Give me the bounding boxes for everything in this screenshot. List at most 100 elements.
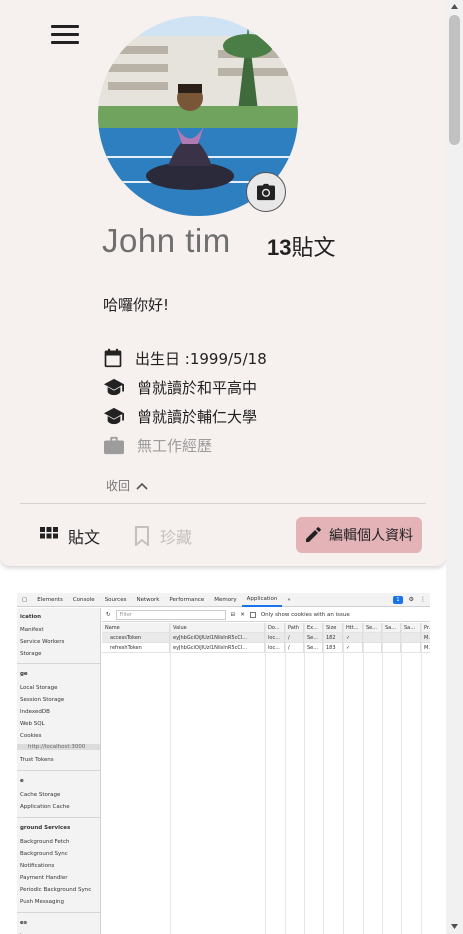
only-issues-checkbox[interactable]	[249, 611, 256, 618]
info-school-2: 曾就讀於輔仁大學	[103, 404, 257, 428]
col-secure[interactable]: Se...	[363, 623, 382, 633]
sb-separator	[17, 770, 101, 771]
pencil-icon	[306, 527, 321, 542]
col-size[interactable]: Size	[323, 623, 343, 633]
sb-local-storage[interactable]: Local Storage	[20, 685, 58, 691]
edit-profile-button[interactable]: 編輯個人資料	[296, 517, 422, 553]
sb-section-frames: es	[20, 920, 28, 926]
collapse-toggle[interactable]: 收回	[106, 477, 148, 494]
sb-cache-storage[interactable]: Cache Storage	[20, 792, 60, 798]
sb-cookie-localhost[interactable]: http://localhost:3000	[17, 744, 100, 750]
devtools-tab-more[interactable]: »	[282, 597, 295, 603]
col-httponly[interactable]: Htt...	[343, 623, 363, 633]
cell-expires: Se...	[304, 643, 323, 653]
grid-line	[285, 623, 286, 934]
devtools-tab-application[interactable]: Application	[241, 593, 283, 607]
cell-size: 183	[323, 643, 343, 653]
devtools-tab-network[interactable]: Network	[131, 597, 164, 603]
info-work: 無工作經歷	[103, 433, 212, 457]
tab-saved-label: 珍藏	[160, 528, 193, 547]
divider	[20, 503, 426, 504]
sb-localhost-label: http://localhost:3000	[28, 744, 86, 750]
cell-name: refreshToken	[102, 643, 170, 653]
cell-value: eyJhbGciOiJIUzI1NiIsInR5cCI...	[170, 643, 265, 653]
camera-icon	[257, 183, 275, 201]
delete-icon[interactable]: ✕	[240, 612, 245, 618]
school-1-text: 曾就讀於和平高中	[137, 378, 258, 397]
cell-domain: loc...	[265, 643, 285, 653]
sb-section-cache: e	[20, 778, 24, 784]
table-row[interactable]: accessToken eyJhbGciOiJIUzI1NiIsInR5cCI.…	[102, 633, 430, 643]
col-path[interactable]: Path	[285, 623, 304, 633]
sb-storage[interactable]: Storage	[20, 651, 42, 657]
grid-line	[323, 623, 324, 934]
cell-value: eyJhbGciOiJIUzI1NiIsInR5cCI...	[170, 633, 265, 643]
devtools-tab-sources[interactable]: Sources	[100, 597, 132, 603]
tab-posts[interactable]: 貼文	[40, 522, 100, 550]
sb-websql[interactable]: Web SQL	[20, 721, 45, 727]
page: John tim 13貼文 哈囉你好! 出生日 :1999/5/18 曾就讀於和…	[0, 0, 463, 934]
cookies-table: Name Value Do... Path Ex... Size Htt... …	[102, 623, 430, 653]
col-domain[interactable]: Do...	[265, 623, 285, 633]
clear-filter-icon[interactable]: ⊟	[231, 612, 236, 618]
briefcase-icon	[104, 436, 124, 455]
scroll-down-arrow[interactable]	[446, 920, 463, 932]
col-expires[interactable]: Ex...	[304, 623, 323, 633]
sb-trust-tokens[interactable]: Trust Tokens	[20, 757, 54, 763]
sb-section-application: ication	[20, 614, 42, 620]
sb-service-workers[interactable]: Service Workers	[20, 639, 64, 645]
col-value[interactable]: Value	[170, 623, 265, 633]
collapse-label: 收回	[106, 479, 131, 493]
scroll-up-arrow[interactable]	[446, 0, 463, 12]
sb-cookies[interactable]: Cookies	[20, 733, 42, 739]
gear-icon[interactable]: ⚙	[409, 596, 414, 603]
sb-session-storage[interactable]: Session Storage	[20, 697, 64, 703]
profile-name: John tim	[102, 222, 231, 259]
col-sameparty[interactable]: Sa...	[401, 623, 421, 633]
issues-badge[interactable]: 1	[393, 595, 403, 604]
devtools-main: ↻ Filter ⊟ ✕ Only show cookies with an i…	[102, 608, 430, 934]
school-icon	[104, 378, 124, 396]
devtools-tab-performance[interactable]: Performance	[164, 597, 209, 603]
change-photo-button[interactable]	[246, 172, 286, 212]
sb-notifications[interactable]: Notifications	[20, 863, 54, 869]
tab-saved[interactable]: 珍藏	[134, 522, 192, 550]
cell-samesite	[382, 633, 401, 643]
sb-background-sync[interactable]: Background Sync	[20, 851, 68, 857]
cell-priority: M...	[424, 635, 430, 641]
cell-sameparty	[401, 633, 421, 643]
sb-indexeddb[interactable]: IndexedDB	[20, 709, 50, 715]
tab-posts-label: 貼文	[68, 528, 101, 547]
sb-periodic-bg-sync[interactable]: Periodic Background Sync	[20, 887, 91, 893]
bookmark-icon	[135, 526, 149, 546]
grid-line	[382, 623, 383, 934]
cell-domain: loc...	[265, 633, 285, 643]
table-row[interactable]: refreshToken eyJhbGciOiJIUzI1NiIsInR5cCI…	[102, 643, 430, 653]
sb-manifest[interactable]: Manifest	[20, 627, 43, 633]
filter-input[interactable]: Filter	[115, 609, 226, 620]
col-name[interactable]: Name	[102, 623, 170, 633]
calendar-icon	[104, 348, 122, 368]
cell-path: /	[285, 643, 304, 653]
devtools-inspect-icon[interactable]: ▢	[17, 597, 32, 603]
col-samesite[interactable]: Sa...	[382, 623, 401, 633]
sb-push-messaging[interactable]: Push Messaging	[20, 899, 64, 905]
menu-icon[interactable]	[51, 25, 79, 45]
sb-background-fetch[interactable]: Background Fetch	[20, 839, 69, 845]
refresh-icon[interactable]: ↻	[106, 612, 111, 618]
sb-payment-handler[interactable]: Payment Handler	[20, 875, 67, 881]
scrollbar-thumb[interactable]	[449, 15, 460, 145]
more-options-icon[interactable]: ⋮	[420, 596, 426, 603]
work-text: 無工作經歷	[137, 436, 213, 455]
devtools-tab-elements[interactable]: Elements	[32, 597, 68, 603]
chevron-up-icon	[136, 482, 148, 490]
bio-text: 哈囉你好!	[103, 296, 170, 314]
post-count-number: 13	[267, 235, 292, 260]
grid-line	[170, 623, 171, 934]
sb-application-cache[interactable]: Application Cache	[20, 804, 70, 810]
cell-size: 182	[323, 633, 343, 643]
devtools-tab-memory[interactable]: Memory	[209, 597, 241, 603]
col-priority[interactable]: Pr...	[421, 623, 430, 633]
sb-separator	[17, 817, 101, 818]
devtools-tab-console[interactable]: Console	[68, 597, 100, 603]
